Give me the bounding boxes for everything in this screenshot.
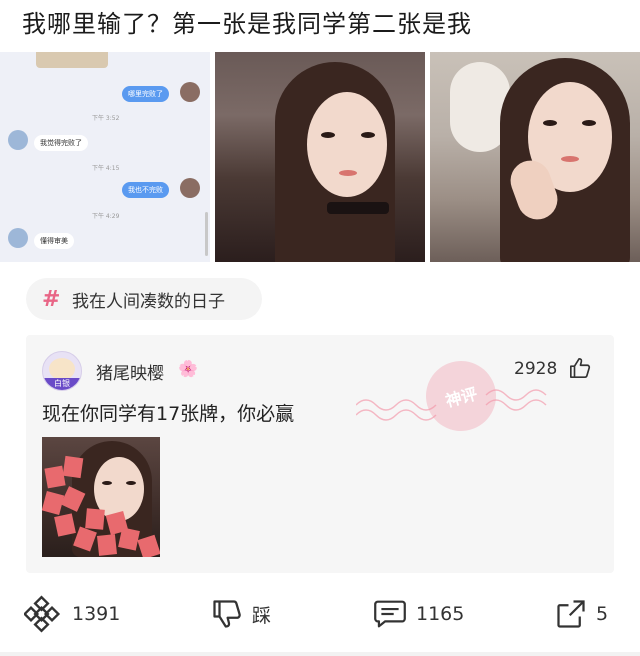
photo-eye bbox=[321, 132, 335, 138]
share-arrow-icon bbox=[557, 600, 585, 628]
post-title: 我哪里输了？第一张是我同学第二张是我 bbox=[22, 10, 472, 38]
hot-comment-card: 白银 猪尾映樱 🌸 神评 2928 现在你同学有17张牌，你必赢 bbox=[26, 335, 614, 573]
photo-lips bbox=[561, 156, 579, 162]
avatar bbox=[180, 178, 200, 198]
comment-button[interactable]: 1165 bbox=[374, 594, 464, 634]
chat-timestamp: 下午 4:29 bbox=[92, 213, 120, 220]
chat-timestamp: 下午 3:52 bbox=[92, 115, 120, 122]
photo-eye bbox=[361, 132, 375, 138]
commenter-avatar[interactable]: 白银 bbox=[42, 351, 82, 391]
photo-eye bbox=[543, 120, 557, 126]
hash-icon: # bbox=[42, 286, 61, 312]
topic-tag[interactable]: # 我在人间凑数的日子 bbox=[26, 278, 262, 320]
playing-card bbox=[44, 465, 66, 489]
scrollbar bbox=[205, 212, 208, 256]
chat-timestamp: 下午 4:15 bbox=[92, 165, 120, 172]
dislike-button[interactable]: 踩 bbox=[212, 594, 271, 634]
avatar bbox=[8, 130, 28, 150]
avatar bbox=[180, 82, 200, 102]
commenter-name[interactable]: 猪尾映樱 bbox=[96, 359, 164, 384]
post-action-bar: 1391 踩 1165 5 bbox=[0, 594, 640, 634]
comment-like-count: 2928 bbox=[514, 359, 558, 379]
chat-message: 我也不完败 bbox=[122, 182, 169, 198]
selfie-photo-2[interactable] bbox=[430, 52, 640, 262]
thumbs-up-icon[interactable] bbox=[569, 357, 591, 379]
diamond-share-icon bbox=[24, 595, 61, 633]
comment-count: 1165 bbox=[416, 603, 465, 625]
avatar-face bbox=[49, 358, 75, 380]
photo-eye bbox=[582, 120, 596, 126]
playing-card bbox=[137, 534, 160, 557]
playing-card bbox=[85, 508, 105, 530]
dislike-label: 踩 bbox=[252, 604, 272, 627]
share-reaction-button[interactable]: 1391 bbox=[24, 594, 120, 634]
chat-screenshot-image[interactable]: 哪里完败了 下午 3:52 我觉得完败了 下午 4:15 我也不完败 下午 4:… bbox=[0, 52, 210, 262]
playing-card bbox=[54, 513, 76, 537]
comment-text: 现在你同学有17张牌，你必赢 bbox=[42, 403, 295, 425]
chat-message: 我觉得完败了 bbox=[34, 135, 88, 151]
thumbs-down-icon bbox=[213, 600, 241, 628]
photo-eye bbox=[102, 481, 112, 485]
photo-face bbox=[307, 92, 387, 197]
chat-message: 懂得审美 bbox=[34, 233, 74, 249]
share-button[interactable]: 5 bbox=[556, 594, 608, 634]
photo-lips bbox=[339, 170, 357, 176]
photo-eye bbox=[126, 481, 136, 485]
post-image-grid: 哪里完败了 下午 3:52 我觉得完败了 下午 4:15 我也不完败 下午 4:… bbox=[0, 52, 640, 262]
like-count: 1391 bbox=[72, 603, 121, 625]
chat-image-thumb bbox=[36, 52, 108, 68]
selfie-photo-1[interactable] bbox=[215, 52, 425, 262]
avatar bbox=[8, 228, 28, 248]
share-count: 5 bbox=[596, 603, 609, 625]
chat-message: 哪里完败了 bbox=[122, 86, 169, 102]
avatar-badge: 白银 bbox=[43, 378, 81, 390]
playing-card bbox=[62, 455, 84, 479]
divider bbox=[0, 652, 640, 656]
topic-label: 我在人间凑数的日子 bbox=[72, 291, 225, 312]
comment-image[interactable] bbox=[42, 437, 160, 557]
comment-icon bbox=[374, 600, 406, 628]
photo-choker bbox=[327, 202, 389, 214]
flower-icon: 🌸 bbox=[178, 359, 198, 378]
playing-card bbox=[97, 534, 117, 556]
